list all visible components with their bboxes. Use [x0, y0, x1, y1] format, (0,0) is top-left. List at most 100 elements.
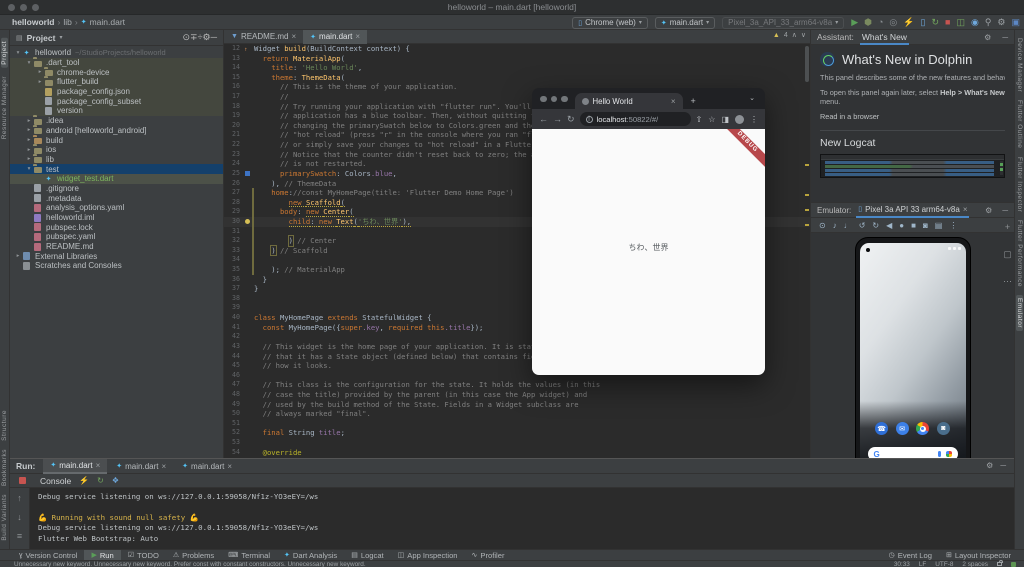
line-number[interactable]: 40	[224, 313, 244, 323]
site-info-icon[interactable]: i	[585, 115, 593, 123]
tool-window-button-run[interactable]: ▶ Run	[84, 549, 121, 561]
tool-strip-button-flutter-performance[interactable]: Flutter Performance	[1016, 220, 1023, 287]
hide-icon[interactable]: ─	[1002, 33, 1008, 42]
close-icon[interactable]	[671, 97, 676, 106]
tree-item-chrome-device[interactable]: ▸ chrome-device	[10, 67, 223, 78]
hide-button[interactable]: ─	[211, 30, 217, 45]
code-line-51[interactable]: 51	[224, 419, 810, 429]
expand-icon[interactable]: ▸	[36, 69, 44, 75]
line-number[interactable]: 23	[224, 150, 244, 160]
code-line-49[interactable]: 49 // used by the build method of the St…	[224, 400, 810, 410]
line-number[interactable]: 41	[224, 323, 244, 333]
line-number[interactable]: 37	[224, 284, 244, 294]
attach-device-button[interactable]: ◫	[956, 15, 965, 30]
tree-item-package-config-subset[interactable]: package_config_subset	[10, 96, 223, 107]
close-icon[interactable]	[963, 202, 968, 217]
warning-mark[interactable]	[805, 209, 809, 211]
coverage-button[interactable]: ◎	[889, 15, 897, 30]
close-icon[interactable]	[355, 32, 360, 41]
tool-strip-button-flutter-inspector[interactable]: Flutter Inspector	[1016, 157, 1023, 212]
tool-strip-button-emulator[interactable]: Emulator	[1016, 295, 1023, 332]
overview-button[interactable]: ■	[911, 218, 916, 233]
tree-item-package-config.json[interactable]: package_config.json	[10, 86, 223, 97]
reader-mode-icon[interactable]	[1011, 561, 1016, 567]
line-number[interactable]: 51	[224, 419, 244, 429]
side-panel-icon[interactable]: ◨	[721, 115, 729, 124]
code-line-53[interactable]: 53	[224, 438, 810, 448]
code-line-48[interactable]: 48 // case the title) provided by the pa…	[224, 390, 810, 400]
tree-item-.dart-tool[interactable]: ▾ .dart_tool	[10, 57, 223, 68]
line-number[interactable]: 32	[224, 236, 244, 246]
tree-item-flutter-build[interactable]: ▸ flutter_build	[10, 77, 223, 87]
warning-mark[interactable]	[805, 194, 809, 196]
line-number[interactable]: 35	[224, 265, 244, 275]
chrome-tab[interactable]: Hello World	[574, 93, 683, 109]
tab-emulator-device[interactable]: ▯ Pixel 3a API 33 arm64-v8a	[856, 202, 970, 218]
line-number[interactable]: 39	[224, 303, 244, 313]
search-everywhere-button[interactable]: ⚲	[985, 15, 992, 30]
code-line-47[interactable]: 47 // This class is the configuration fo…	[224, 380, 810, 390]
line-number[interactable]: 34	[224, 255, 244, 265]
tab-console[interactable]: Console	[40, 476, 71, 486]
tool-window-button-terminal[interactable]: ⌨ Terminal	[221, 550, 277, 561]
line-number[interactable]: 12	[224, 44, 244, 54]
tool-strip-button-device-manager[interactable]: Device Manager	[1016, 38, 1023, 92]
back-button[interactable]: ←	[539, 114, 548, 124]
tool-window-button-app-inspection[interactable]: ◫ App Inspection	[391, 550, 465, 561]
line-number[interactable]: 21	[224, 130, 244, 140]
chevron-down-icon[interactable]: ▾	[59, 34, 62, 41]
run-tab-1[interactable]: ✦ main.dart	[43, 458, 108, 474]
tool-window-button-profiler[interactable]: ∿ Profiler	[465, 550, 512, 561]
tree-item-lib[interactable]: ▸ lib	[10, 155, 223, 165]
minimize-button[interactable]	[550, 95, 557, 102]
minimize-button[interactable]	[20, 4, 27, 11]
menu-kebab-icon[interactable]: ⋮	[750, 115, 758, 124]
power-button[interactable]: ⊙	[819, 218, 826, 233]
camera-app-icon[interactable]: ◙	[936, 422, 950, 435]
tool-window-button-layout-inspector[interactable]: ⊞ Layout Inspector	[939, 550, 1018, 561]
share-icon[interactable]: ⇧	[696, 115, 703, 124]
expand-all-button[interactable]: ∓	[190, 30, 198, 45]
breadcrumb-project[interactable]: helloworld	[12, 17, 55, 27]
line-number[interactable]: 33	[224, 246, 244, 256]
tree-item-build[interactable]: ▸ build	[10, 135, 223, 145]
line-number[interactable]: 38	[224, 294, 244, 304]
code-line-15[interactable]: 15 theme: ThemeData(	[224, 73, 810, 83]
camera-button[interactable]: ◙	[923, 218, 928, 233]
line-number[interactable]: 18	[224, 102, 244, 112]
tree-item-.gitignore[interactable]: .gitignore	[10, 184, 223, 194]
line-number[interactable]: 44	[224, 352, 244, 362]
project-panel-title[interactable]: Project	[27, 33, 56, 43]
lens-icon[interactable]	[945, 451, 952, 457]
profile-avatar[interactable]: ▣	[1011, 15, 1020, 30]
tab-readme[interactable]: ▼ README.md	[224, 30, 303, 44]
line-number[interactable]: 43	[224, 342, 244, 352]
close-icon[interactable]	[227, 462, 232, 471]
close-button[interactable]	[8, 4, 15, 11]
emulator-viewport[interactable]: ☎ ✉ ◙ G	[811, 233, 1014, 485]
line-number[interactable]: 30	[224, 217, 244, 227]
line-number[interactable]: 17	[224, 92, 244, 102]
close-icon[interactable]	[96, 461, 101, 470]
home-button[interactable]: ●	[899, 218, 904, 233]
run-config-selector[interactable]: ✦ main.dart ▾	[654, 16, 716, 29]
tool-window-button-dart-analysis[interactable]: ✦ Dart Analysis	[277, 550, 344, 561]
more-button[interactable]: ⋮	[949, 218, 957, 233]
hide-icon[interactable]: ─	[1002, 206, 1008, 215]
line-number[interactable]: 50	[224, 409, 244, 419]
tool-window-button-version-control[interactable]: ɣ Version Control	[12, 550, 84, 561]
gear-icon[interactable]: ⚙	[985, 206, 992, 215]
expand-icon[interactable]: ▸	[36, 79, 44, 85]
expand-icon[interactable]: ▾	[25, 166, 33, 172]
bookmark-star-icon[interactable]: ☆	[708, 115, 715, 124]
prev-warning-icon[interactable]: ∧	[792, 31, 797, 39]
code-line-54[interactable]: 54 @override	[224, 448, 810, 458]
tree-item-.idea[interactable]: ▸ .idea	[10, 116, 223, 126]
expand-icon[interactable]: ▸	[25, 118, 33, 124]
reload-button[interactable]: ↻	[567, 114, 575, 125]
code-line-13[interactable]: 13 return MaterialApp(	[224, 54, 810, 64]
zoom-out-button[interactable]: ▢	[1003, 247, 1012, 262]
tool-strip-button-resource-manager[interactable]: Resource Manager	[1, 76, 8, 139]
volume-down-button[interactable]: ♩	[844, 218, 852, 233]
stop-button[interactable]	[19, 477, 26, 484]
